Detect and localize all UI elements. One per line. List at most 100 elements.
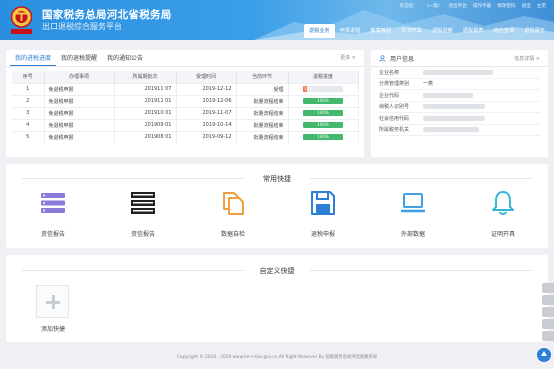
cell-progress: 100% [288, 130, 359, 143]
progress-table: 序号 办理事项 所属期批次 受理时间 当前环节 退税进度 1 免退税申报 20191… [12, 71, 359, 143]
cell-stage: 批量流程结束 [236, 94, 289, 107]
cell-date: 2019-11-07 [176, 106, 237, 119]
home-link[interactable]: 主页 [537, 3, 546, 9]
back-to-top-icon[interactable] [537, 348, 551, 362]
nav-item-filing[interactable]: 备案核验 [365, 24, 396, 38]
brand-title: 国家税务总局河北省税务局 [42, 9, 172, 21]
cell-no: 5 [12, 130, 45, 143]
redacted-value [423, 69, 493, 75]
sidebar-chat-icon[interactable] [542, 283, 554, 293]
user-info-row: 分类管理类别 一类 [379, 79, 540, 90]
col-header-progress: 退税进度 [288, 71, 359, 83]
quick-item-credit-report-2[interactable]: 资信报告 [113, 190, 173, 238]
quick-access-title: 常用快捷 [263, 175, 291, 183]
progress-text: 100% [317, 98, 329, 103]
cell-stage: 批量流程结束 [236, 106, 289, 119]
user-info-row: 社会信用代码 [379, 113, 540, 125]
nav-item-service[interactable]: 退税服务 [519, 24, 550, 38]
quick-item-label: 证明开具 [490, 231, 515, 238]
user-info-key: 企业名称 [379, 69, 400, 76]
app-header: 国家税务总局河北省税务局 出口退税综合服务平台 欢迎您： （一类） 退出平台 操… [0, 0, 554, 40]
more-link[interactable]: 更多 > [340, 50, 356, 67]
add-shortcut-button[interactable] [36, 285, 69, 318]
cell-progress: 100% [288, 118, 359, 131]
quick-item-data-check[interactable]: 数据自检 [203, 190, 263, 238]
sidebar-wechat-icon[interactable] [542, 319, 554, 329]
redacted-value [423, 104, 485, 110]
cell-progress: 10% [288, 82, 359, 95]
nav-item-declare[interactable]: 申报退税 [335, 24, 366, 38]
cell-period: 201911 01 [114, 94, 177, 107]
cell-date: 2019-12-06 [176, 94, 237, 107]
user-info-row: 企业代码 [379, 90, 540, 102]
nav-item-reports[interactable]: 退税报表 [458, 24, 489, 38]
quick-item-certificate[interactable]: 证明开具 [473, 190, 533, 238]
sidebar-qq-icon[interactable] [542, 295, 554, 305]
progress-bar: 100% [303, 134, 343, 141]
manual-link[interactable]: 操作手册 [473, 3, 491, 9]
user-class-text: （一类） [424, 4, 443, 9]
user-info-rows: 企业名称分类管理类别 一类企业代码纳税人识别号 社会信用代码所属税务机关 [371, 67, 548, 136]
nav-item-progress[interactable]: 退税进度 [427, 24, 458, 38]
quick-item-label: 外部数据 [400, 231, 425, 238]
laptop-icon [401, 193, 425, 213]
user-info-key: 纳税人识别号 [379, 104, 410, 111]
table-row[interactable]: 1 免退税申报 201911 07 2019-12-12 受理 10% [12, 82, 359, 95]
tab-my-notices[interactable]: 我的通知公告 [102, 50, 148, 66]
quick-item-label: 资信报告 [130, 231, 155, 238]
main-nav: 退税业务 申报退税 备案核验 文书开具 退税进度 退税报表 综合查询 退税服务 [303, 24, 550, 38]
custom-shortcuts-title: 自定义快捷 [259, 267, 295, 275]
progress-tabs: 我的进税进度 我的退税提醒 我的通知公告 更多 > [6, 50, 364, 67]
brand-subtitle: 出口退税综合服务平台 [42, 22, 122, 31]
quick-item-label: 资信报告 [40, 231, 65, 238]
nav-item-refund-business[interactable]: 退税业务 [303, 24, 335, 38]
add-shortcut-label: 添加快捷 [40, 326, 65, 333]
cell-item: 免退税申报 [44, 106, 115, 119]
table-row[interactable]: 3 免退税申报 201910 01 2019-11-07 批量流程结束 100% [12, 106, 359, 119]
sidebar-phone-icon[interactable] [542, 307, 554, 317]
user-info-row: 纳税人识别号 [379, 102, 540, 113]
cell-no: 4 [12, 118, 45, 131]
nav-item-documents[interactable]: 文书开具 [396, 24, 427, 38]
progress-bar: 10% [303, 86, 343, 92]
quick-access-panel: 常用快捷 资信报告 资信报告 数据自检 退税申报 外部数据 证明开具 [6, 164, 548, 248]
table-row[interactable]: 4 免退税申报 201909 01 2019-10-14 批量流程结束 100% [12, 118, 359, 131]
quick-item-external-data[interactable]: 外部数据 [383, 190, 443, 238]
cell-no: 1 [12, 82, 45, 95]
quick-item-label: 数据自检 [220, 231, 245, 238]
col-header-no: 序号 [12, 71, 45, 83]
quick-item-credit-report[interactable]: 资信报告 [23, 190, 83, 238]
nav-item-query[interactable]: 综合查询 [488, 24, 519, 38]
user-info-key: 社会信用代码 [379, 115, 410, 122]
quick-item-label: 退税申报 [310, 231, 335, 238]
quick-item-refund-declare[interactable]: 退税申报 [293, 190, 353, 238]
sidebar-message-icon[interactable] [542, 331, 554, 341]
col-header-stage: 当前环节 [236, 71, 289, 83]
table-row[interactable]: 2 免退税申报 201911 01 2019-12-06 批量流程结束 100% [12, 94, 359, 107]
user-info-header: 用户信息 信息详情 > [371, 50, 548, 67]
tab-my-reminders[interactable]: 我的退税提醒 [56, 50, 102, 66]
section-divider-right [310, 178, 532, 179]
col-header-date: 受理时间 [176, 71, 237, 83]
report-stack-icon [41, 193, 65, 213]
tab-my-progress[interactable]: 我的进税进度 [10, 50, 57, 66]
user-info-row: 所属税务机关 [379, 125, 540, 136]
floating-sidebar [542, 283, 554, 343]
table-header-row: 序号 办理事项 所属期批次 受理时间 当前环节 退税进度 [12, 71, 359, 83]
user-icon [379, 54, 386, 62]
change-password-link[interactable]: 修改密码 [497, 3, 515, 9]
user-info-row: 企业名称 [379, 67, 540, 79]
user-info-value: 一类 [423, 81, 434, 88]
cell-period: 201911 07 [114, 82, 177, 95]
logout-link[interactable]: 退出 [522, 3, 531, 9]
bell-icon [492, 191, 514, 215]
cell-stage: 受理 [236, 82, 289, 95]
table-row[interactable]: 5 免退税申报 201908 01 2019-09-12 批量流程结束 100% [12, 130, 359, 143]
exit-platform-link[interactable]: 退出平台 [448, 3, 466, 9]
user-info-key: 企业代码 [379, 92, 400, 99]
cell-no: 3 [12, 106, 45, 119]
progress-bar: 100% [303, 122, 343, 128]
footer-copyright: Copyright © 2018 - 2019 www.he-n-tax.gov… [176, 355, 378, 360]
user-info-detail-link[interactable]: 信息详情 > [514, 55, 540, 62]
user-info-key: 分类管理类别 [379, 81, 410, 88]
